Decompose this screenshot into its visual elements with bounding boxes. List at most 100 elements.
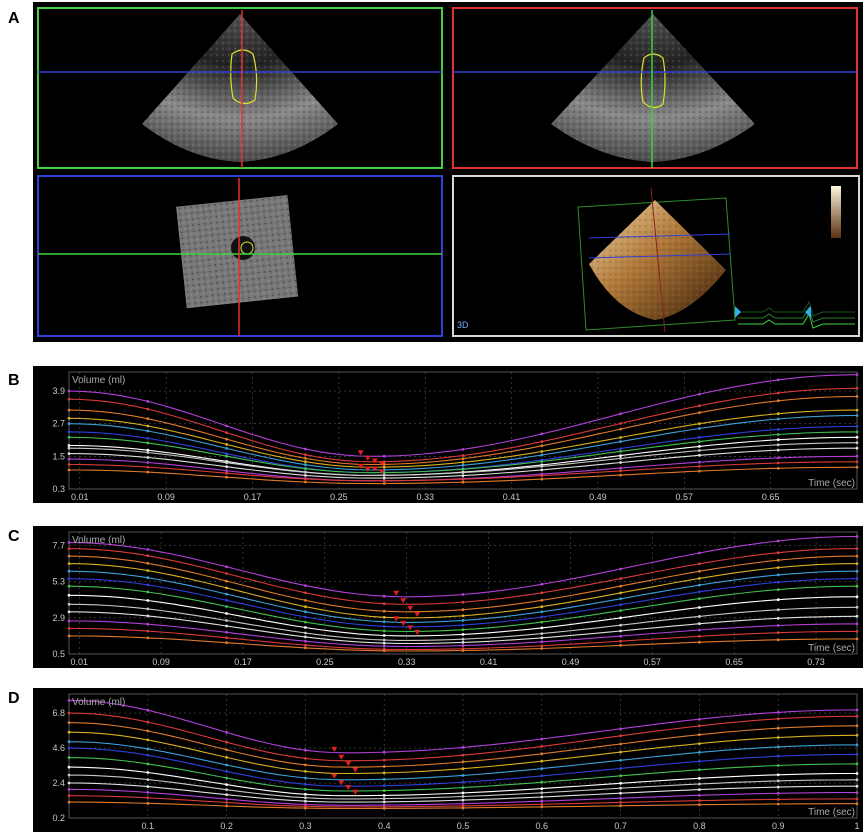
series-point: [698, 793, 701, 797]
series-point: [619, 466, 622, 470]
series-point: [776, 802, 780, 806]
series-point: [540, 780, 544, 784]
series-point: [776, 558, 780, 562]
end-systole-marker: [371, 466, 378, 472]
series-point: [67, 562, 71, 565]
series-point: [225, 793, 229, 797]
x-tick-label: 0.57: [676, 492, 694, 502]
series-point: [304, 584, 307, 587]
series-point: [855, 535, 859, 538]
series-point: [67, 541, 71, 544]
series-point: [540, 615, 544, 619]
series-point: [304, 796, 307, 800]
series-point: [146, 614, 150, 618]
series-point: [776, 566, 780, 569]
end-systole-marker: [371, 458, 378, 464]
badge-3d: 3D: [457, 320, 469, 330]
series-point: [67, 699, 71, 702]
series-point: [461, 623, 465, 627]
series-point: [304, 646, 307, 650]
end-systole-marker: [393, 590, 400, 596]
series-point: [304, 757, 307, 760]
series-point: [855, 584, 859, 588]
series-point: [698, 622, 701, 626]
series-point: [146, 720, 150, 724]
series-point: [304, 787, 307, 791]
viewport-top-left[interactable]: [37, 7, 443, 169]
series-point: [776, 754, 780, 758]
volume-time-chart-d[interactable]: 6.8 4.6 2.4 0.2 0.1 0.2 0.3 0.4 0.5 0.6 0.7 0.8 0.9 1…: [33, 688, 863, 832]
series-point: [225, 579, 229, 583]
series-point: [619, 454, 622, 457]
series-point: [540, 460, 544, 463]
x-tick-label: 0.17: [244, 492, 262, 502]
volume-time-chart-c[interactable]: 7.7 5.3 2.9 0.5 0.01 0.09 0.17 0.25 0.33 0.41 0.49…: [33, 526, 863, 668]
end-systole-marker: [414, 611, 421, 617]
series-point: [540, 468, 544, 472]
chart-panel-d: 6.8 4.6 2.4 0.2 0.1 0.2 0.3 0.4 0.5 0.6 0.7 0.8 0.9 1…: [33, 688, 863, 832]
series-point: [855, 465, 859, 469]
series-point: [776, 798, 780, 801]
x-tick-label: 0.5: [457, 821, 470, 831]
series-point: [855, 714, 859, 718]
viewport-bottom-left[interactable]: [37, 175, 443, 337]
series-point: [461, 454, 465, 457]
series-point: [382, 625, 386, 628]
series-point: [382, 807, 386, 810]
series-point: [855, 802, 859, 806]
series-point: [776, 391, 780, 395]
series-point: [304, 806, 307, 810]
series-point: [540, 620, 544, 624]
series-point: [461, 480, 465, 484]
end-systole-marker: [393, 616, 400, 622]
series-point: [225, 475, 229, 479]
series-point: [146, 417, 150, 421]
series-point: [619, 767, 622, 770]
series-point: [382, 454, 386, 458]
y-tick-label: 1.5: [52, 451, 65, 461]
series-point: [776, 773, 780, 777]
series-point: [225, 783, 229, 786]
series-point: [225, 452, 229, 455]
series-point: [146, 429, 150, 433]
series-point: [698, 803, 701, 807]
y-tick-label: 6.8: [52, 708, 65, 718]
series-point: [698, 717, 701, 721]
series-point: [619, 786, 622, 790]
series-point: [67, 746, 71, 750]
series-point: [67, 457, 71, 461]
series-point: [225, 572, 229, 575]
series-point: [225, 586, 229, 590]
series-point: [776, 608, 780, 612]
series-point: [382, 641, 386, 645]
series-point: [225, 740, 229, 744]
series-point: [461, 457, 465, 461]
volume-time-chart-b[interactable]: 3.9 2.7 1.5 0.3 0.01 0.09 0.17 0.25 0.33 0.41 0.49…: [33, 366, 863, 503]
series-point: [382, 797, 386, 800]
series-point: [619, 412, 622, 416]
series-point: [540, 647, 544, 650]
series-point: [540, 444, 544, 448]
series-point: [855, 373, 859, 377]
x-tick-label: 0.3: [299, 821, 312, 831]
series-point: [540, 636, 544, 640]
series-point: [67, 740, 71, 744]
series-point: [225, 565, 229, 569]
viewport-3d-render[interactable]: 3D: [452, 175, 860, 337]
series-point: [67, 593, 71, 597]
series-point: [225, 461, 229, 465]
series-point: [382, 758, 386, 762]
series-point: [540, 640, 544, 644]
series-point: [698, 404, 701, 408]
series-point: [225, 619, 229, 622]
series-point: [540, 610, 544, 614]
series-point: [304, 635, 307, 639]
series-point: [776, 717, 780, 721]
series-point: [619, 603, 622, 607]
viewport-top-right[interactable]: [452, 7, 858, 169]
y-tick-label: 4.6: [52, 743, 65, 753]
series-point: [67, 730, 71, 734]
x-tick-label: 0.17: [234, 657, 252, 667]
series-point: [225, 424, 229, 428]
series-point: [540, 591, 544, 595]
